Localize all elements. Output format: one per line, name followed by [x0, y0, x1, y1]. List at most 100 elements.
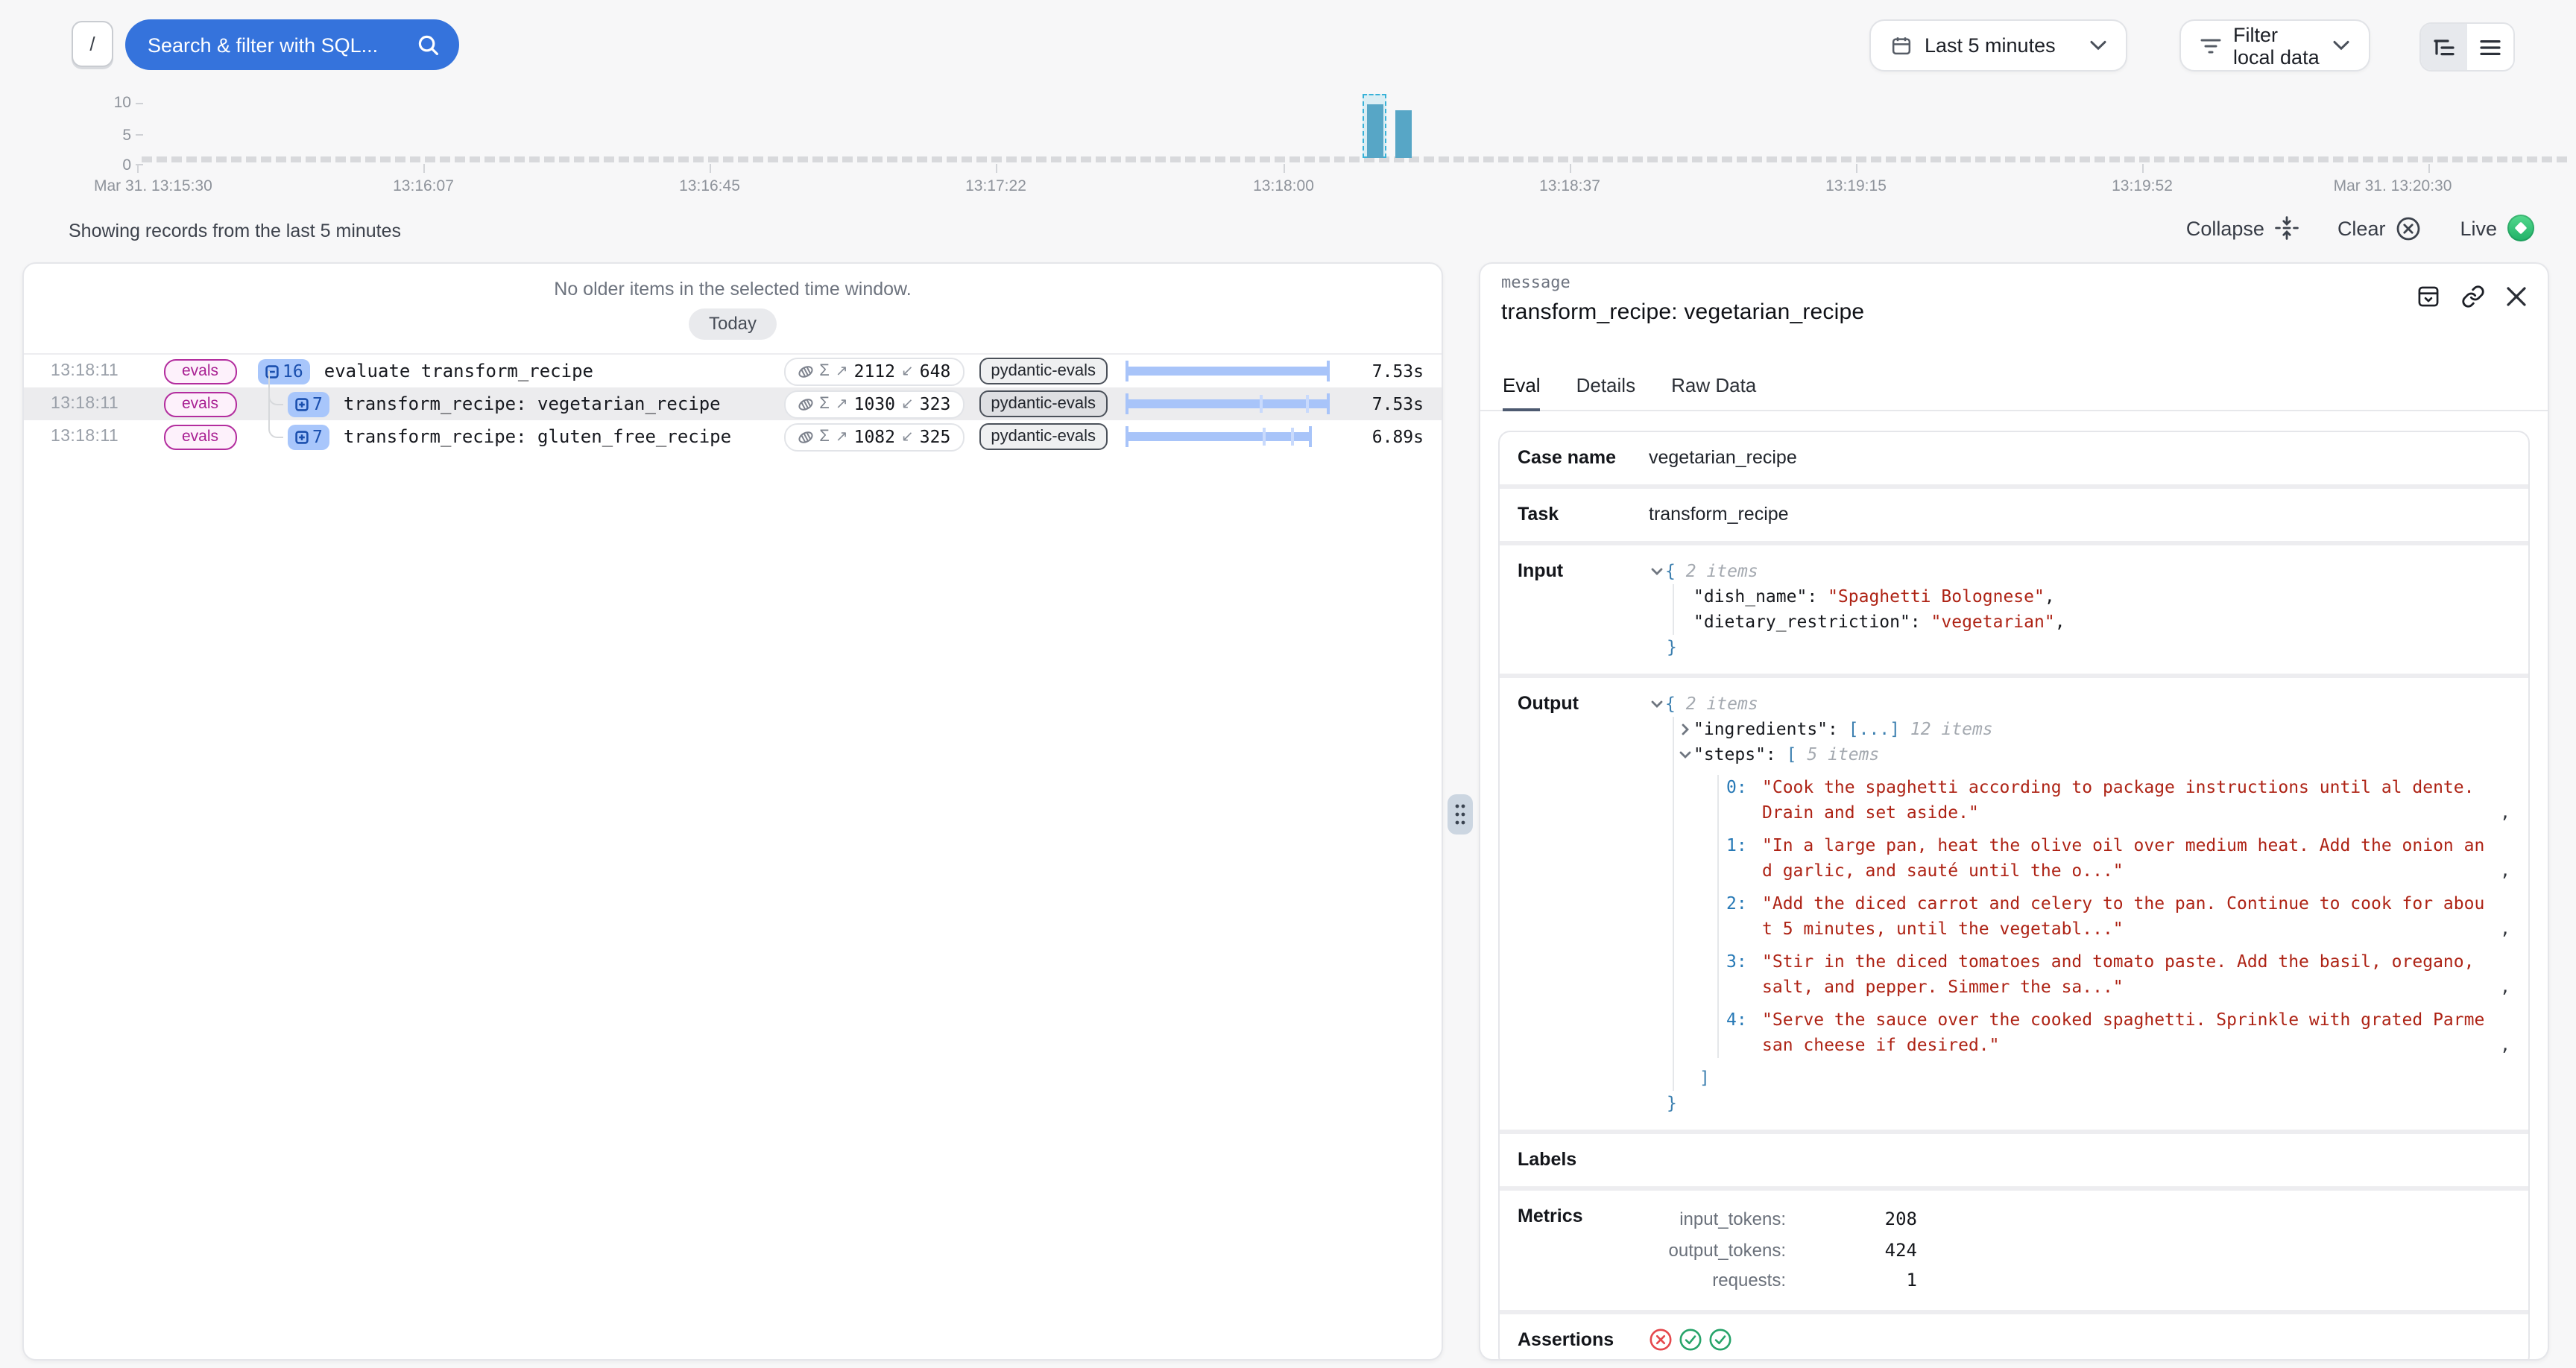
- chevron-down-icon[interactable]: [1649, 697, 1665, 711]
- json-collapsed-array[interactable]: [...]: [1849, 718, 1900, 739]
- child-count: 7: [312, 426, 323, 447]
- duration-text: 7.53s: [1330, 361, 1442, 381]
- ingredients-line: "ingredients": [...] 12 items: [1693, 717, 2510, 742]
- tree-view-button[interactable]: [2421, 24, 2467, 70]
- tab-eval[interactable]: Eval: [1503, 374, 1541, 411]
- assertion-results: [1649, 1327, 1732, 1351]
- x-axis-label: Mar 31. 13:20:30: [2334, 177, 2452, 195]
- chevron-right-icon[interactable]: [1677, 723, 1693, 736]
- trace-row-evaluate-transform-recipe[interactable]: 13:18:11 evals 16 evaluate transform_rec…: [24, 355, 1442, 387]
- token-usage-pill: Σ ↗ 1082 ↙ 325: [783, 422, 964, 451]
- child-count: 7: [312, 393, 323, 414]
- chart-baseline-dashes: [142, 156, 2569, 162]
- metric-item: input_tokens:208: [1649, 1204, 1917, 1235]
- sigma-icon: Σ: [819, 428, 830, 446]
- json-root-line: { 2 items: [1649, 559, 2510, 584]
- json-comma: ,: [2488, 975, 2510, 1000]
- metric-value: 1: [1786, 1265, 1917, 1296]
- x-tick-mark: [1570, 164, 1571, 173]
- json-item-count: 2 items: [1686, 693, 1758, 714]
- steps-children: 0:"Cook the spaghetti according to packa…: [1717, 775, 2510, 1058]
- metric-item: output_tokens:424: [1649, 1235, 1917, 1265]
- x-tick-mark: [1284, 164, 1285, 173]
- filter-local-data-button[interactable]: Filter local data: [2179, 19, 2370, 72]
- sigma-icon: Σ: [819, 395, 830, 413]
- evals-tag[interactable]: evals: [164, 424, 236, 449]
- panel-resize-handle[interactable]: [1448, 794, 1473, 835]
- duration-bar: [1126, 426, 1330, 447]
- json-key: "steps":: [1693, 744, 1776, 764]
- time-range-content: Last 5 minutes: [1890, 34, 2056, 57]
- collapse-span-badge[interactable]: 16: [257, 358, 311, 384]
- assertions-row: Assertions: [1500, 1309, 2528, 1361]
- json-array-index: 3:: [1726, 949, 1762, 975]
- metric-value: 424: [1786, 1235, 1917, 1265]
- showing-records-text: Showing records from the last 5 minutes: [69, 221, 401, 241]
- live-indicator-icon: [2507, 215, 2534, 241]
- chevron-down-icon[interactable]: [1649, 565, 1665, 578]
- span-detail-panel: message transform_recipe: vegetarian_rec…: [1479, 262, 2549, 1361]
- json-string-value: "Cook the spaghetti according to package…: [1762, 775, 2488, 826]
- search-icon: [417, 34, 440, 56]
- expand-span-badge[interactable]: 7: [287, 424, 330, 449]
- input-tokens-count: 2112: [854, 361, 895, 381]
- json-array-index: 1:: [1726, 833, 1762, 858]
- json-root-line: { 2 items: [1649, 691, 2510, 717]
- detail-title: transform_recipe: vegetarian_recipe: [1501, 300, 2527, 325]
- labels-label: Labels: [1518, 1147, 1649, 1173]
- x-axis-label: 13:17:22: [965, 177, 1026, 195]
- scope-tag: pydantic-evals: [979, 390, 1108, 417]
- json-comma: ,: [2488, 1033, 2510, 1058]
- chevron-down-icon[interactable]: [1677, 748, 1693, 761]
- collapse-icon: [2275, 216, 2299, 240]
- dock-panel-icon[interactable]: [2416, 285, 2440, 308]
- tab-details[interactable]: Details: [1576, 374, 1636, 410]
- histogram-bar[interactable]: [1367, 104, 1383, 158]
- duration-bar: [1126, 393, 1330, 414]
- step-item: 1:"In a large pan, heat the olive oil ov…: [1726, 833, 2510, 884]
- duration-text: 6.89s: [1330, 426, 1442, 447]
- detail-header: message transform_recipe: vegetarian_rec…: [1480, 264, 2548, 325]
- tokens-coin-icon: [797, 396, 813, 412]
- time-range-button[interactable]: Last 5 minutes: [1869, 19, 2127, 72]
- clear-label: Clear: [2337, 217, 2386, 239]
- x-axis-label: 13:19:52: [2112, 177, 2173, 195]
- scope-tag: pydantic-evals: [979, 423, 1108, 450]
- tree-indent: [236, 420, 287, 453]
- x-tick-mark: [2428, 164, 2430, 173]
- search-input[interactable]: Search & filter with SQL...: [125, 19, 459, 70]
- trace-row-vegetarian-recipe[interactable]: 13:18:11 evals 7 transform_recipe: veget…: [24, 387, 1442, 420]
- span-name: evaluate transform_recipe: [324, 361, 771, 381]
- evals-tag[interactable]: evals: [164, 358, 236, 384]
- tab-raw-data[interactable]: Raw Data: [1671, 374, 1756, 410]
- tree-indent: [236, 355, 257, 387]
- json-item-count: 5 items: [1807, 744, 1879, 764]
- assertion-fail-icon[interactable]: [1649, 1327, 1673, 1351]
- trace-row-gluten-free-recipe[interactable]: 13:18:11 evals 7 transform_recipe: glute…: [24, 420, 1442, 453]
- clear-button[interactable]: Clear: [2337, 215, 2422, 241]
- list-view-button[interactable]: [2467, 24, 2513, 70]
- close-icon[interactable]: [2506, 286, 2527, 307]
- json-string-value: "Serve the sauce over the cooked spaghet…: [1762, 1007, 2488, 1058]
- detail-tabs: Eval Details Raw Data: [1480, 374, 2548, 411]
- task-label: Task: [1518, 502, 1649, 528]
- x-axis-label: 13:18:37: [1539, 177, 1600, 195]
- live-toggle[interactable]: Live: [2460, 215, 2534, 241]
- slash-shortcut-key: /: [72, 21, 113, 67]
- json-array-index: 4:: [1726, 1007, 1762, 1033]
- evals-tag[interactable]: evals: [164, 391, 236, 417]
- copy-link-icon[interactable]: [2461, 285, 2485, 308]
- input-tokens-arrow-icon: ↗: [836, 428, 848, 445]
- input-json-viewer: { 2 items "dish_name": "Spaghetti Bologn…: [1649, 559, 2510, 660]
- x-axis-label: 13:16:45: [679, 177, 740, 195]
- case-name-label: Case name: [1518, 446, 1649, 471]
- expand-span-badge[interactable]: 7: [287, 391, 330, 417]
- step-item: 2:"Add the diced carrot and celery to th…: [1726, 891, 2510, 942]
- step-item: 0:"Cook the spaghetti according to packa…: [1726, 775, 2510, 826]
- assertion-pass-icon[interactable]: [1679, 1327, 1702, 1351]
- assertion-pass-icon[interactable]: [1708, 1327, 1732, 1351]
- histogram-bar[interactable]: [1395, 110, 1412, 158]
- x-tick-mark: [423, 164, 425, 173]
- collapse-button[interactable]: Collapse: [2186, 216, 2299, 240]
- chevron-down-icon: [2333, 40, 2349, 51]
